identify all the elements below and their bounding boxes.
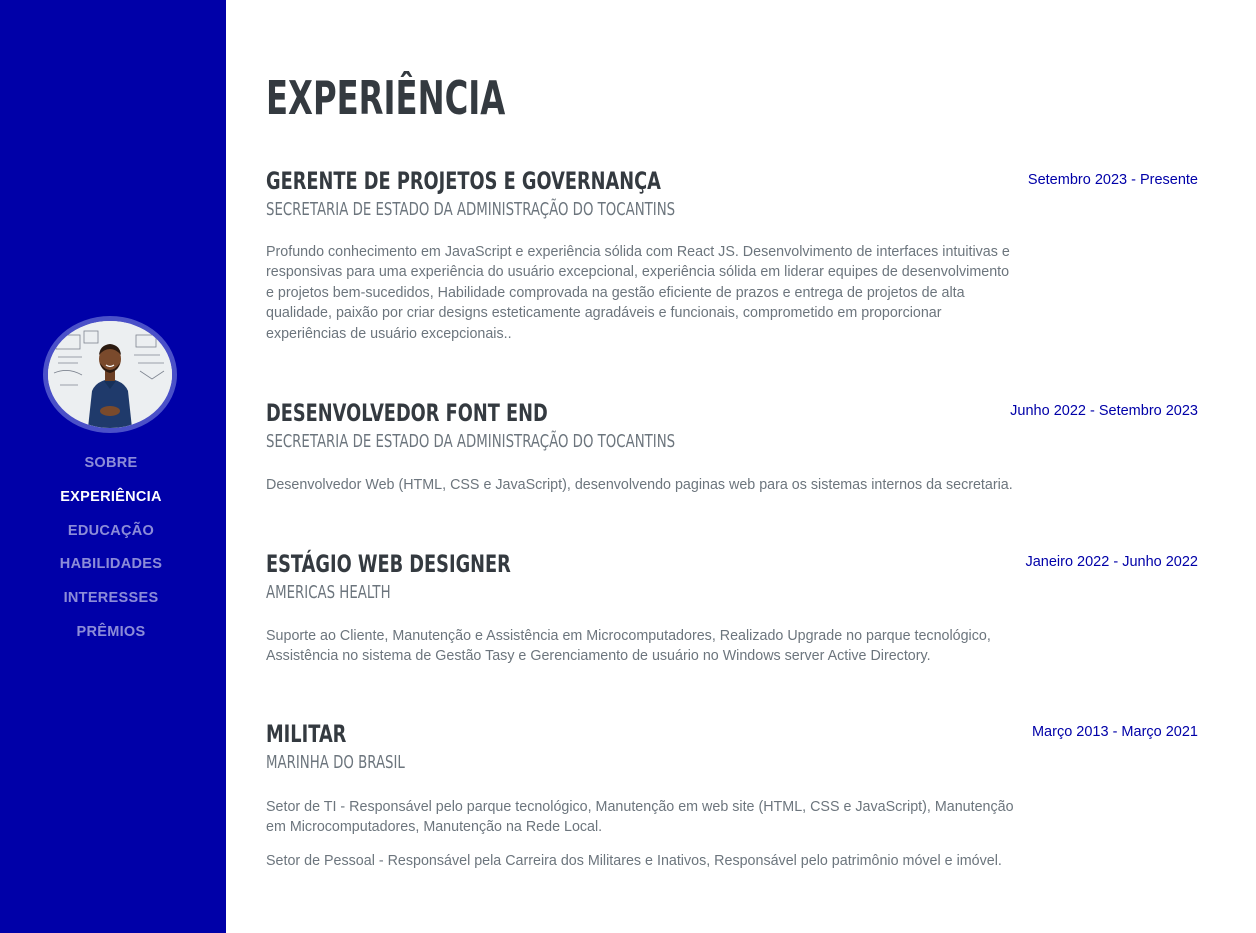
avatar xyxy=(43,316,177,433)
description-paragraph: Setor de Pessoal - Responsável pela Carr… xyxy=(266,853,1002,870)
nav-item-sobre[interactable]: SOBRE xyxy=(0,452,222,486)
description-paragraph: Profundo conhecimento em JavaScript e ex… xyxy=(266,244,1010,342)
nav-item-habilidades[interactable]: HABILIDADES xyxy=(0,553,222,587)
date-range: Janeiro 2022 - Junho 2022 xyxy=(1025,554,1198,570)
date-range: Junho 2022 - Setembro 2023 xyxy=(1010,403,1198,419)
profile-photo xyxy=(48,321,172,428)
nav-item-premios[interactable]: PRÊMIOS xyxy=(0,621,222,655)
job-description: Profundo conhecimento em JavaScript e ex… xyxy=(266,242,1016,358)
nav-item-experiencia[interactable]: EXPERIÊNCIA xyxy=(0,486,222,520)
description-paragraph: Suporte ao Cliente, Manutenção e Assistê… xyxy=(266,628,991,665)
job-description: Setor de TI - Responsável pelo parque te… xyxy=(266,797,1016,885)
job-title: ESTÁGIO WEB DESIGNER xyxy=(266,550,511,578)
date-range: Março 2013 - Março 2021 xyxy=(1031,724,1198,740)
description-paragraph: Desenvolvedor Web (HTML, CSS e JavaScrip… xyxy=(266,477,1013,493)
description-paragraph: Setor de TI - Responsável pelo parque te… xyxy=(266,799,1014,836)
date-range: Setembro 2023 - Presente xyxy=(1027,172,1198,188)
employer-name: SECRETARIA DE ESTADO DA ADMINISTRAÇÃO DO… xyxy=(266,431,676,452)
employer-name: MARINHA DO BRASIL xyxy=(266,752,405,773)
job-title: DESENVOLVEDOR FONT END xyxy=(266,399,548,427)
employer-name: SECRETARIA DE ESTADO DA ADMINISTRAÇÃO DO… xyxy=(266,199,676,220)
employer-name: AMERICAS HEALTH xyxy=(266,582,391,603)
sidebar-nav: SOBRE EXPERIÊNCIA EDUCAÇÃO HABILIDADES I… xyxy=(0,452,222,655)
job-description: Suporte ao Cliente, Manutenção e Assistê… xyxy=(266,626,1016,680)
nav-item-interesses[interactable]: INTERESSES xyxy=(0,587,222,621)
job-title: GERENTE DE PROJETOS E GOVERNANÇA xyxy=(266,167,661,195)
sidebar: SOBRE EXPERIÊNCIA EDUCAÇÃO HABILIDADES I… xyxy=(0,0,226,933)
nav-item-educacao[interactable]: EDUCAÇÃO xyxy=(0,520,222,554)
job-title: MILITAR xyxy=(266,720,347,748)
job-description: Desenvolvedor Web (HTML, CSS e JavaScrip… xyxy=(266,475,1016,509)
page-title: EXPERIÊNCIA xyxy=(266,71,506,125)
